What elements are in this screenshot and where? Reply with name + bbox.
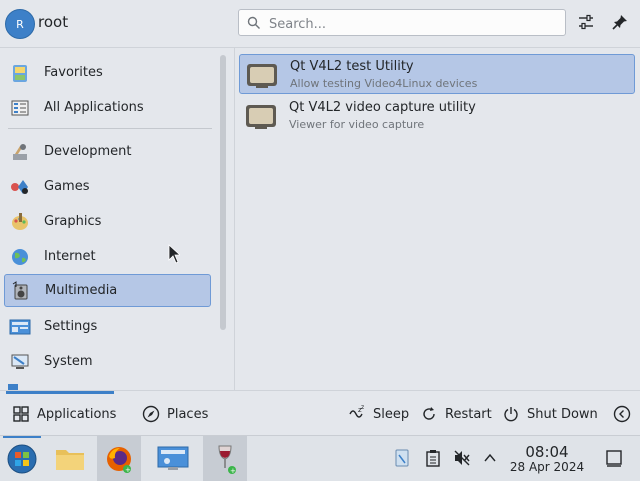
launcher-footer: Applications Places zz Sleep Restart Shu… (0, 390, 640, 436)
leave-menu-button[interactable] (612, 403, 638, 425)
mouse-cursor (168, 244, 182, 268)
sidebar-item-system[interactable]: System (4, 345, 211, 378)
start-orb-icon (7, 444, 37, 473)
configure-button[interactable] (576, 12, 596, 32)
sleep-button[interactable]: zz Sleep (347, 403, 409, 425)
wine-glass-icon: + (218, 445, 236, 475)
restart-button[interactable]: Restart (419, 403, 492, 425)
sidebar-item-development[interactable]: Development (4, 135, 211, 168)
tray-notes[interactable] (392, 448, 412, 468)
sidebar-item-label: Internet (44, 249, 96, 264)
taskbar-system-settings[interactable] (151, 436, 195, 481)
taskbar-firefox[interactable]: + (97, 436, 141, 481)
sidebar-item-favorites[interactable]: Favorites (4, 56, 211, 89)
tab-label: Applications (37, 406, 117, 422)
launcher-active-indicator (3, 436, 41, 438)
sidebar-item-all-applications[interactable]: All Applications (4, 91, 211, 124)
avatar-initial: R (16, 17, 24, 31)
webcam-icon (246, 105, 276, 129)
grid-icon (11, 404, 31, 424)
taskbar-wine[interactable]: + (203, 436, 247, 481)
sleep-icon: zz (347, 404, 367, 424)
sidebar-scrollbar[interactable] (220, 55, 226, 330)
user-avatar[interactable]: R (5, 9, 35, 39)
tab-applications[interactable]: Applications (11, 403, 116, 425)
sidebar-item-label: Graphics (44, 214, 102, 229)
sidebar-separator (8, 128, 212, 129)
graphics-icon (9, 211, 31, 233)
launcher-header: R root (0, 0, 640, 48)
firefox-icon: + (107, 446, 131, 474)
sidebar-item-label: Development (44, 144, 132, 159)
taskbar-file-manager[interactable] (48, 436, 92, 481)
app-description: Allow testing Video4Linux devices (290, 77, 478, 90)
sidebar-item-multimedia[interactable]: Multimedia (4, 274, 211, 307)
category-sidebar: Favorites All Applications Development G… (0, 48, 220, 390)
tab-places[interactable]: Places (141, 403, 208, 425)
application-launcher: R root Favorites All Applications Develo… (0, 0, 640, 435)
pin-button[interactable] (610, 12, 630, 32)
chevron-left-circle-icon (612, 404, 632, 424)
favorites-icon (9, 62, 31, 84)
sliders-icon (579, 14, 593, 30)
tray-volume[interactable] (452, 448, 472, 468)
panel-divider (234, 48, 235, 390)
shutdown-button[interactable]: Shut Down (501, 403, 598, 425)
tab-label: Places (167, 406, 209, 422)
tray-clipboard[interactable] (423, 448, 443, 468)
app-name: Qt V4L2 video capture utility (289, 100, 476, 115)
folder-icon (56, 449, 84, 470)
webcam-icon (247, 64, 277, 88)
restart-icon (419, 404, 439, 424)
chevron-up-icon (484, 453, 496, 462)
app-item-qt-v4l2-test[interactable]: Qt V4L2 test Utility Allow testing Video… (239, 54, 635, 94)
multimedia-icon (10, 280, 32, 302)
application-launcher-button[interactable] (0, 436, 44, 481)
svg-text:z: z (361, 405, 364, 411)
pin-icon (612, 15, 627, 30)
tray-expand[interactable] (480, 448, 500, 468)
sidebar-item-label: Favorites (44, 65, 103, 80)
internet-icon (9, 246, 31, 268)
app-name: Qt V4L2 test Utility (290, 59, 414, 74)
username-label: root (38, 13, 69, 31)
restart-label: Restart (445, 406, 492, 422)
sidebar-item-games[interactable]: Games (4, 170, 211, 203)
shutdown-label: Shut Down (527, 406, 598, 422)
sidebar-item-label: Settings (44, 319, 98, 334)
games-icon (9, 176, 31, 198)
all-applications-icon (9, 97, 31, 119)
svg-text:+: + (230, 467, 236, 475)
system-settings-icon (157, 446, 189, 470)
system-icon (9, 351, 31, 373)
clipboard-icon (426, 450, 440, 467)
clipboard-notes-icon (395, 449, 409, 467)
development-icon (9, 141, 31, 163)
application-list: Qt V4L2 test Utility Allow testing Video… (236, 48, 640, 390)
sidebar-item-settings[interactable]: Settings (4, 310, 211, 343)
clock-time[interactable]: 08:04 (510, 443, 584, 461)
show-desktop-button[interactable] (604, 448, 624, 468)
svg-text:+: + (125, 466, 131, 474)
compass-icon (141, 404, 161, 424)
search-icon (247, 16, 260, 29)
sidebar-item-label: System (44, 354, 93, 369)
power-icon (501, 404, 521, 424)
clock-date[interactable]: 28 Apr 2024 (505, 460, 589, 474)
search-box[interactable] (238, 9, 566, 36)
app-description: Viewer for video capture (289, 118, 425, 131)
sidebar-item-label: All Applications (44, 100, 144, 115)
app-item-qt-v4l2-video-capture[interactable]: Qt V4L2 video capture utility Viewer for… (239, 96, 635, 136)
show-desktop-icon (606, 450, 622, 467)
volume-muted-icon (454, 450, 470, 466)
search-input[interactable] (267, 14, 561, 34)
sleep-label: Sleep (373, 406, 410, 422)
sidebar-item-label: Multimedia (45, 283, 118, 298)
settings-icon (9, 316, 31, 338)
active-tab-indicator (6, 391, 114, 394)
sidebar-item-label: Games (44, 179, 90, 194)
sidebar-item-graphics[interactable]: Graphics (4, 205, 211, 238)
